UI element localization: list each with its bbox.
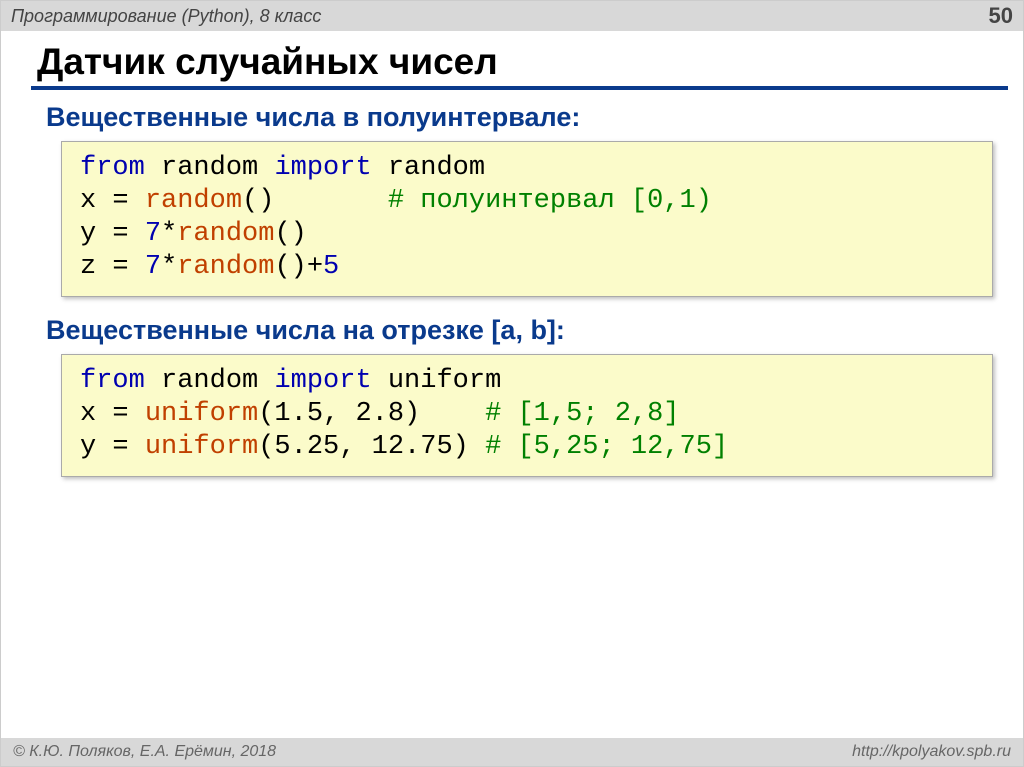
comment: # полуинтервал [0,1) xyxy=(388,186,712,216)
pad xyxy=(420,399,485,429)
func-call: random xyxy=(177,219,274,249)
module-name: random xyxy=(161,153,258,183)
number: 5 xyxy=(323,252,339,282)
parens: () xyxy=(274,252,306,282)
keyword: import xyxy=(274,153,371,183)
number: 7 xyxy=(145,252,161,282)
args: (1.5, 2.8) xyxy=(258,399,420,429)
course-title: Программирование (Python), 8 класс xyxy=(11,6,321,27)
import-name: random xyxy=(388,153,485,183)
op: + xyxy=(307,252,323,282)
func-call: random xyxy=(177,252,274,282)
pad xyxy=(469,432,485,462)
var: z xyxy=(80,252,96,282)
slide-title: Датчик случайных чисел xyxy=(1,31,1023,86)
comment: # [5,25; 12,75] xyxy=(485,432,728,462)
parens: () xyxy=(242,186,274,216)
func-call: uniform xyxy=(145,432,258,462)
func-call: uniform xyxy=(145,399,258,429)
pad xyxy=(274,186,387,216)
var: x xyxy=(80,399,96,429)
section2-heading: Вещественные числа на отрезке [a, b]: xyxy=(1,311,1023,354)
slide: Программирование (Python), 8 класс 50 Да… xyxy=(0,0,1024,767)
eq: = xyxy=(96,432,145,462)
parens: () xyxy=(274,219,306,249)
code-block-1: from random import random x = random() #… xyxy=(61,141,993,297)
footer-bar: © К.Ю. Поляков, Е.А. Ерёмин, 2018 http:/… xyxy=(1,738,1023,766)
eq: = xyxy=(96,252,145,282)
module-name: random xyxy=(161,366,258,396)
copyright: © К.Ю. Поляков, Е.А. Ерёмин, 2018 xyxy=(13,743,276,761)
var: y xyxy=(80,219,96,249)
func-call: random xyxy=(145,186,242,216)
comment: # [1,5; 2,8] xyxy=(485,399,679,429)
eq: = xyxy=(96,219,145,249)
title-underline xyxy=(31,86,1008,90)
keyword: from xyxy=(80,366,145,396)
keyword: from xyxy=(80,153,145,183)
page-number: 50 xyxy=(989,3,1013,29)
var: y xyxy=(80,432,96,462)
header-bar: Программирование (Python), 8 класс 50 xyxy=(1,1,1023,31)
eq: = xyxy=(96,186,145,216)
var: x xyxy=(80,186,96,216)
import-name: uniform xyxy=(388,366,501,396)
footer-url: http://kpolyakov.spb.ru xyxy=(852,743,1011,761)
keyword: import xyxy=(274,366,371,396)
eq: = xyxy=(96,399,145,429)
number: 7 xyxy=(145,219,161,249)
section1-heading: Вещественные числа в полуинтервале: xyxy=(1,98,1023,141)
op: * xyxy=(161,219,177,249)
args: (5.25, 12.75) xyxy=(258,432,469,462)
op: * xyxy=(161,252,177,282)
code-block-2: from random import uniform x = uniform(1… xyxy=(61,354,993,477)
